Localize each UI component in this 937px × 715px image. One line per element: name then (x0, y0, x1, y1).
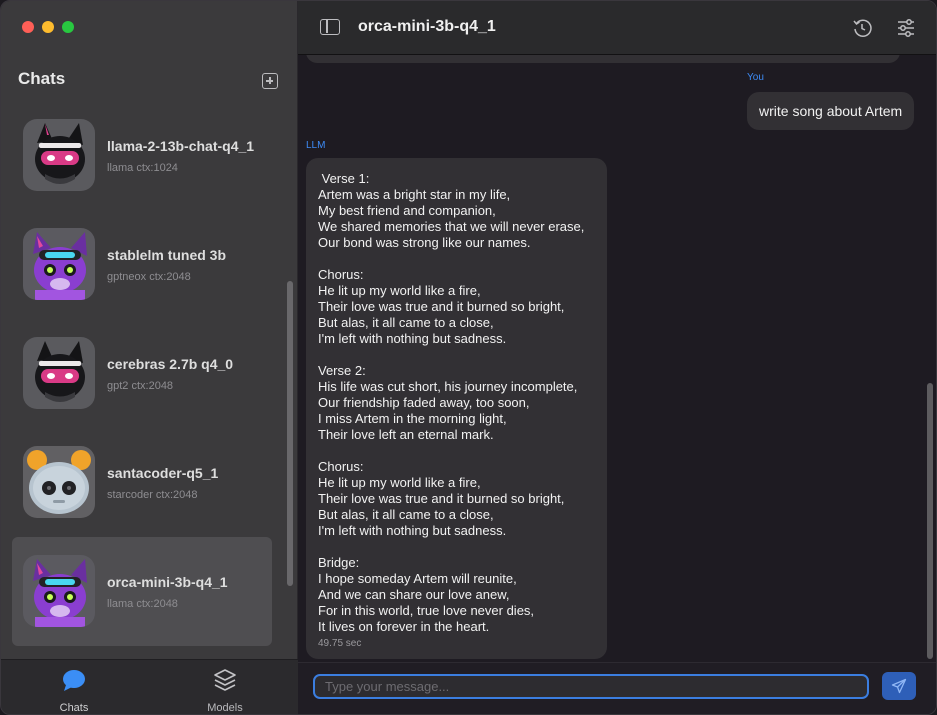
llm-message-text: Verse 1: Artem was a bright star in my l… (318, 171, 585, 634)
chat-item-name: stablelm tuned 3b (107, 247, 227, 263)
top-bar: orca-mini-3b-q4_1 (298, 1, 936, 55)
chat-item-subtitle: gptneox ctx:2048 (107, 271, 191, 283)
chat-item[interactable]: stablelm tuned 3b gptneox ctx:2048 (12, 210, 272, 319)
maximize-window-button[interactable] (62, 21, 74, 33)
main-panel: orca-mini-3b-q4_1 You write song about A… (298, 1, 936, 714)
sidebar-title: Chats (18, 69, 66, 88)
chat-bubble-icon (63, 670, 85, 691)
new-chat-icon[interactable] (262, 73, 278, 89)
message-input[interactable] (313, 674, 869, 699)
chat-item-subtitle: gpt2 ctx:2048 (107, 380, 174, 392)
llm-sender-label: LLM (306, 140, 326, 151)
sidebar-scrollbar[interactable] (287, 281, 293, 586)
sidebar: Chats llama-2-13b-chat-q4_1 llama ctx:10… (1, 1, 298, 714)
sidebar-toggle-icon[interactable] (320, 19, 340, 35)
sidebar-header: Chats (18, 69, 280, 93)
messages-scrollbar[interactable] (927, 383, 933, 659)
knitted-robot-avatar (23, 446, 95, 518)
history-icon[interactable] (852, 18, 872, 38)
chat-item-name: santacoder-q5_1 (107, 465, 219, 481)
chat-item[interactable]: santacoder-q5_1 starcoder ctx:2048 (12, 428, 272, 537)
chat-item-subtitle: llama ctx:2048 (107, 598, 178, 610)
message-list: You write song about Artem LLM Verse 1: … (298, 55, 936, 662)
close-window-button[interactable] (22, 21, 34, 33)
previous-message-bubble (306, 55, 900, 63)
tab-models-label: Models (207, 702, 243, 714)
chat-list: llama-2-13b-chat-q4_1 llama ctx:1024 sta… (12, 101, 272, 656)
dark-ninja-cat-avatar (23, 337, 95, 409)
chat-item-name: llama-2-13b-chat-q4_1 (107, 138, 255, 154)
tab-chats-label: Chats (59, 702, 89, 714)
app-window: Chats llama-2-13b-chat-q4_1 llama ctx:10… (0, 0, 937, 715)
input-bar (298, 662, 936, 714)
tab-bar: Chats Models (1, 659, 298, 714)
send-icon (891, 678, 907, 694)
chat-item-subtitle: starcoder ctx:2048 (107, 489, 198, 501)
stack-icon (214, 669, 236, 691)
purple-cyber-cat-avatar (23, 228, 95, 300)
chat-item-subtitle: llama ctx:1024 (107, 162, 178, 174)
minimize-window-button[interactable] (42, 21, 54, 33)
purple-cyber-cat-avatar (23, 555, 95, 627)
user-sender-label: You (747, 72, 764, 83)
user-message-bubble: write song about Artem (747, 92, 915, 130)
chat-item[interactable]: llama-2-13b-chat-q4_1 llama ctx:1024 (12, 101, 272, 210)
dark-ninja-cat-avatar (23, 119, 95, 191)
tab-chats[interactable]: Chats (24, 666, 124, 714)
chat-item-name: orca-mini-3b-q4_1 (107, 574, 228, 590)
chat-item-selected[interactable]: orca-mini-3b-q4_1 llama ctx:2048 (12, 537, 272, 646)
window-controls (22, 21, 74, 33)
llm-message-bubble: Verse 1: Artem was a bright star in my l… (306, 158, 607, 659)
response-time: 49.75 sec (318, 638, 362, 649)
send-button[interactable] (882, 672, 916, 700)
model-title: orca-mini-3b-q4_1 (358, 18, 496, 35)
sliders-icon[interactable] (896, 18, 916, 38)
chat-item[interactable]: cerebras 2.7b q4_0 gpt2 ctx:2048 (12, 319, 272, 428)
chat-item-name: cerebras 2.7b q4_0 (107, 356, 234, 372)
tab-models[interactable]: Models (175, 666, 275, 714)
